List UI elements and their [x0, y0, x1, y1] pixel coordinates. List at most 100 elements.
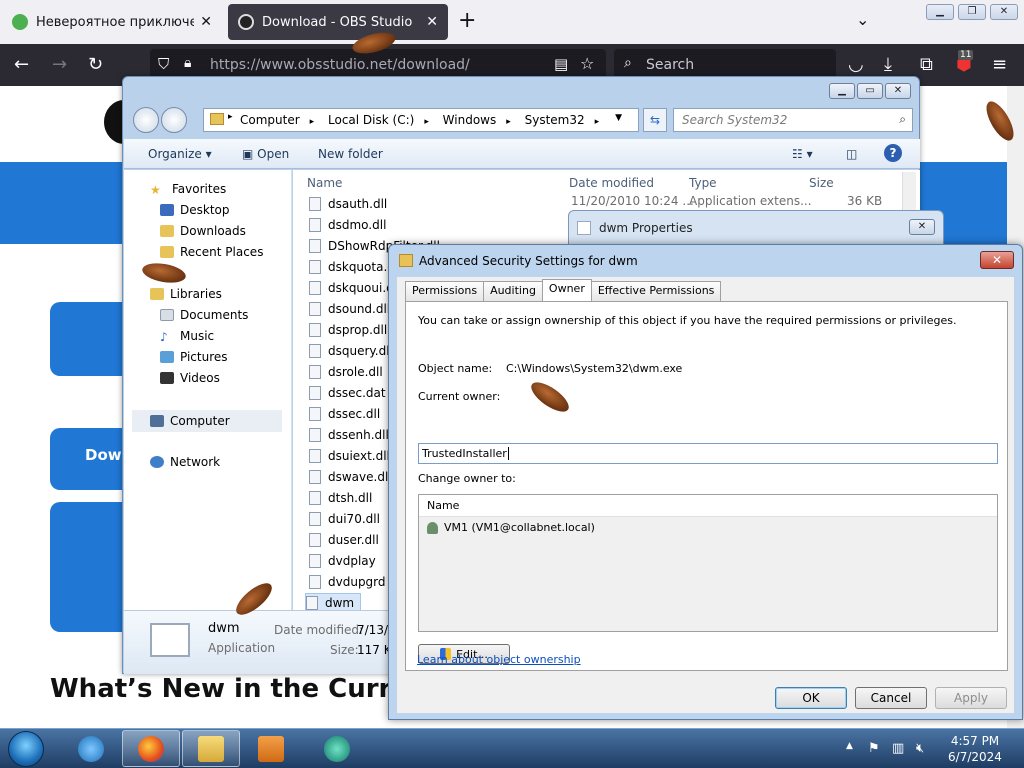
breadcrumb-arrow-icon[interactable]: ▸ — [228, 112, 233, 122]
nav-libraries[interactable]: Libraries — [150, 287, 222, 301]
tab-auditing[interactable]: Auditing — [483, 281, 543, 301]
help-icon[interactable]: ? — [884, 144, 902, 162]
view-options-icon[interactable]: ☷ ▾ — [792, 147, 813, 161]
ok-button[interactable]: OK — [775, 687, 847, 709]
refresh-icon[interactable]: ⇆ — [643, 108, 667, 132]
maximize-button[interactable]: ❐ — [958, 4, 986, 20]
start-button[interactable] — [8, 731, 44, 767]
system-clock[interactable]: 4:57 PM 6/7/2024 — [944, 733, 1006, 765]
taskbar-media-player[interactable] — [242, 730, 300, 767]
back-arrow-icon[interactable]: ← — [14, 54, 29, 75]
taskbar-internet-explorer[interactable] — [62, 730, 120, 767]
breadcrumb-arrow-icon[interactable]: ▸ — [506, 117, 511, 127]
file-row[interactable]: dsquery.dll — [309, 341, 393, 361]
nav-documents[interactable]: Documents — [160, 308, 248, 322]
reader-view-icon[interactable]: ▤ — [554, 55, 568, 73]
show-hidden-icons-icon[interactable]: ▲ — [846, 741, 853, 751]
minimize-button[interactable]: ▁ — [829, 83, 855, 99]
file-row[interactable]: dswave.dll — [309, 467, 392, 487]
nav-music[interactable]: ♪ Music — [160, 329, 214, 344]
nav-pictures[interactable]: Pictures — [160, 350, 228, 364]
file-row[interactable]: dsdmo.dll — [309, 215, 386, 235]
search-icon[interactable]: ⌕ — [899, 112, 906, 127]
breadcrumb-arrow-icon[interactable]: ▸ — [595, 117, 600, 127]
column-name[interactable]: Name — [307, 176, 342, 190]
reload-icon[interactable]: ↻ — [88, 54, 103, 75]
action-center-flag-icon[interactable]: ⚑ — [868, 741, 880, 756]
volume-muted-icon[interactable]: 🔇︎ — [916, 741, 924, 756]
extensions-icon[interactable]: ⧉ — [920, 54, 933, 75]
file-row[interactable]: dvdupgrd — [309, 572, 386, 592]
file-row[interactable]: dskquoui.dll — [309, 278, 400, 298]
network-icon[interactable]: ▥ — [892, 741, 904, 756]
current-owner-field[interactable]: TrustedInstaller — [418, 443, 998, 464]
breadcrumb-local-disk[interactable]: Local Disk (C:) — [328, 113, 414, 127]
nav-desktop[interactable]: Desktop — [160, 203, 230, 217]
chevron-down-icon[interactable]: ⌄ — [856, 10, 869, 29]
taskbar-explorer[interactable] — [182, 730, 240, 767]
column-size[interactable]: Size — [809, 176, 834, 190]
forward-button[interactable] — [161, 107, 187, 133]
new-tab-plus-icon[interactable]: + — [458, 8, 476, 33]
nav-computer[interactable]: Computer — [132, 410, 282, 432]
file-row[interactable]: dsound.dll — [309, 299, 390, 319]
file-row[interactable]: dssec.dat — [309, 383, 386, 403]
nav-recent-places[interactable]: Recent Places — [160, 245, 263, 259]
list-item[interactable]: VM1 (VM1@collabnet.local) — [427, 521, 595, 534]
file-row[interactable]: dssenh.dll — [309, 425, 389, 445]
maximize-button[interactable]: ▭ — [857, 83, 883, 99]
nav-network[interactable]: Network — [150, 455, 220, 469]
downloads-icon[interactable]: ⤓ — [884, 54, 892, 75]
column-type[interactable]: Type — [689, 176, 717, 190]
column-date-modified[interactable]: Date modified — [569, 176, 654, 190]
close-window-button[interactable]: ✕ — [990, 4, 1018, 20]
nav-downloads[interactable]: Downloads — [160, 224, 246, 238]
shield-icon[interactable]: ⛉ — [158, 55, 169, 73]
breadcrumb-arrow-icon[interactable]: ▸ — [424, 117, 429, 127]
url-text[interactable]: https://www.obsstudio.net/download/ — [210, 57, 470, 73]
file-row[interactable]: dssec.dll — [309, 404, 380, 424]
tab-effective-permissions[interactable]: Effective Permissions — [590, 281, 722, 301]
close-window-button[interactable]: ✕ — [885, 83, 911, 99]
breadcrumb-computer[interactable]: Computer — [240, 113, 300, 127]
taskbar-firefox[interactable] — [122, 730, 180, 767]
file-row[interactable]: dui70.dll — [309, 509, 380, 529]
cancel-button[interactable]: Cancel — [855, 687, 927, 709]
file-row[interactable]: dsrole.dll — [309, 362, 383, 382]
breadcrumb-system32[interactable]: System32 — [525, 113, 585, 127]
lock-icon[interactable]: 🔒︎ — [184, 55, 191, 71]
menu-hamburger-icon[interactable]: ≡ — [992, 54, 1007, 75]
pocket-icon[interactable]: ◡ — [848, 54, 864, 75]
nav-videos[interactable]: Videos — [160, 371, 220, 385]
close-icon[interactable]: ✕ — [426, 14, 438, 30]
taskbar-app[interactable] — [308, 730, 366, 767]
back-button[interactable] — [133, 107, 159, 133]
file-row[interactable]: dsprop.dll — [309, 320, 387, 340]
file-row[interactable]: dtsh.dll — [309, 488, 372, 508]
browser-tab-2[interactable]: Download - OBS Studio ✕ — [228, 4, 448, 40]
file-row[interactable]: dsuiext.dll — [309, 446, 390, 466]
minimize-button[interactable]: ▁ — [926, 4, 954, 20]
address-bar[interactable]: ▸ Computer ▸ Local Disk (C:) ▸ Windows ▸ Sy… — [203, 108, 639, 132]
file-row[interactable]: duser.dll — [309, 530, 379, 550]
tab-permissions[interactable]: Permissions — [405, 281, 485, 301]
browser-tab-1[interactable]: Невероятное приключение Д ✕ — [2, 4, 222, 40]
file-row[interactable]: dvdplay — [309, 551, 376, 571]
breadcrumb-windows[interactable]: Windows — [443, 113, 497, 127]
learn-ownership-link[interactable]: Learn about object ownership — [417, 653, 581, 666]
column-name[interactable]: Name — [419, 495, 997, 517]
apply-button[interactable]: Apply — [935, 687, 1007, 709]
explorer-search-input[interactable]: Search System32 ⌕ — [673, 108, 913, 132]
breadcrumb-arrow-icon[interactable]: ▸ — [310, 117, 315, 127]
new-folder-button[interactable]: New folder — [318, 147, 383, 161]
dropdown-arrow-icon[interactable]: ▼ — [615, 113, 622, 123]
close-button[interactable]: ✕ — [980, 251, 1014, 269]
file-row[interactable]: dsauth.dll — [309, 194, 387, 214]
close-window-button[interactable]: ✕ — [909, 219, 935, 235]
preview-pane-icon[interactable]: ◫ — [846, 147, 857, 161]
tab-owner[interactable]: Owner — [541, 279, 592, 301]
bookmark-star-icon[interactable]: ☆ — [580, 54, 594, 73]
forward-arrow-icon[interactable]: → — [52, 54, 67, 75]
open-button[interactable]: ▣ Open — [242, 147, 289, 161]
nav-favorites[interactable]: ★ Favorites — [150, 182, 226, 197]
